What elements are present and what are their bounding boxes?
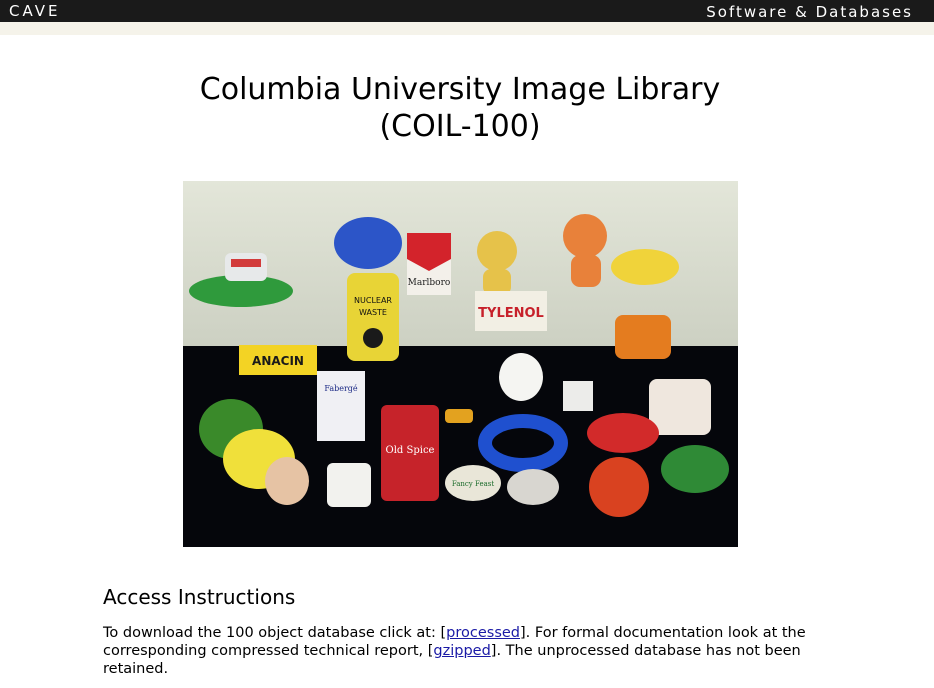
nuclear-text-2: WASTE <box>359 308 387 317</box>
old-spice-text: Old Spice <box>386 445 435 456</box>
fancy-feast-text: Fancy Feast <box>452 480 495 488</box>
access-text-part1: To download the 100 object database clic… <box>103 625 447 641</box>
coil-objects-photo: NUCLEAR WASTE Marlboro TYLENOL ANACIN Fa… <box>183 181 738 547</box>
marlboro-text: Marlboro <box>408 278 451 288</box>
tylenol-text: TYLENOL <box>478 306 544 321</box>
page-title-line2: (COIL-100) <box>379 109 541 144</box>
access-instructions-text: To download the 100 object database clic… <box>103 624 813 678</box>
anacin-text: ANACIN <box>252 354 304 368</box>
faberge-text: Fabergé <box>324 384 358 393</box>
coil-objects-illustration: NUCLEAR WASTE Marlboro TYLENOL ANACIN Fa… <box>183 181 738 547</box>
top-bar: CAVE Software & Databases <box>0 0 934 22</box>
brand-link[interactable]: CAVE <box>9 2 61 20</box>
access-instructions-heading: Access Instructions <box>103 585 296 609</box>
nuclear-text-1: NUCLEAR <box>354 296 392 305</box>
processed-link[interactable]: processed <box>446 625 520 641</box>
software-databases-link[interactable]: Software & Databases <box>706 3 913 21</box>
page-title: Columbia University Image Library (COIL-… <box>0 71 920 145</box>
page-title-line1: Columbia University Image Library <box>199 72 721 107</box>
sub-bar <box>0 22 934 35</box>
gzipped-link[interactable]: gzipped <box>433 643 490 659</box>
